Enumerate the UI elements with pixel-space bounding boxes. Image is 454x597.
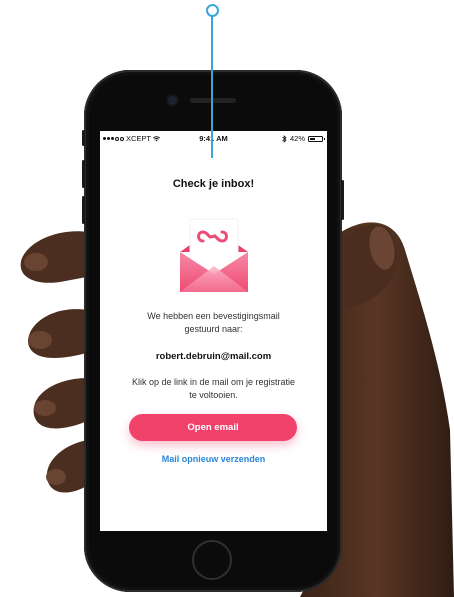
battery-percent: 42% [289, 134, 305, 143]
volume-up-button [82, 160, 85, 188]
instruction-line: te voltooien. [189, 389, 238, 400]
page-title: Check je inbox! [172, 178, 255, 190]
battery-icon [308, 135, 325, 142]
home-button[interactable] [192, 540, 232, 580]
status-right: 42% [282, 134, 325, 143]
bluetooth-icon [282, 134, 287, 143]
resend-mail-link[interactable]: Mail opnieuw verzenden [100, 454, 327, 464]
power-button [341, 180, 344, 220]
annotation-line [211, 16, 213, 158]
front-camera [168, 96, 177, 105]
mute-switch [82, 130, 85, 146]
earpiece-speaker [190, 98, 236, 103]
instruction-message: Klik op de link in de mail om je registr… [114, 376, 313, 401]
open-email-button[interactable]: Open email [129, 414, 297, 441]
message-line: We hebben een bevestigingsmail [147, 311, 280, 321]
battery-level [310, 137, 315, 140]
email-address: robert.debruin@mail.com [155, 351, 272, 362]
message-line: gestuurd naar: [184, 323, 243, 334]
status-bar: XCEPT 9:41 AM 42% [100, 131, 327, 145]
volume-down-button [82, 196, 85, 224]
instruction-line: Klik op de link in de mail om je registr… [131, 377, 296, 387]
phone-screen: XCEPT 9:41 AM 42% Check je inbox! We heb… [100, 131, 327, 531]
envelope-icon [180, 218, 248, 292]
confirmation-message: We hebben een bevestigingsmail gestuurd … [114, 310, 313, 335]
